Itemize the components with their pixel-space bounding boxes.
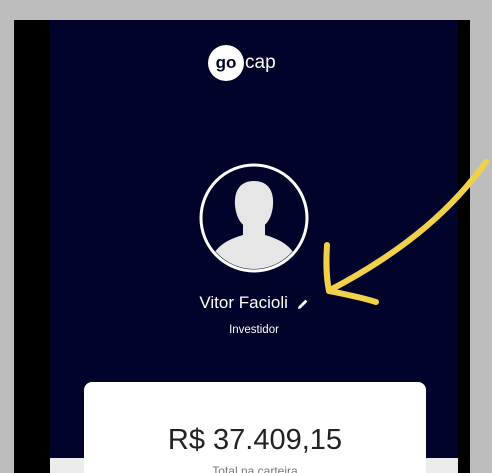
user-silhouette-icon[interactable] [199,163,309,273]
pencil-icon[interactable] [297,298,309,310]
logo-text: cap [245,52,276,73]
portfolio-label: Total na carteira [212,464,298,473]
gocap-logo: go cap [208,45,276,81]
logo-badge: go [208,45,244,81]
profile-name-row: Vitor Facioli [50,293,458,313]
profile-role: Investidor [229,324,279,336]
letterbox-right [458,20,470,473]
screenshot-frame-top [0,0,492,20]
letterbox-left [14,20,50,473]
app-screen: go cap Vitor Facioli Investidor R$ 37.40… [50,20,458,473]
profile-name: Vitor Facioli [199,293,288,312]
screenshot-frame-left [0,0,14,473]
screenshot-frame-right [470,0,492,473]
portfolio-amount: R$ 37.409,15 [167,424,343,456]
portfolio-card: R$ 37.409,15 Total na carteira [84,382,426,473]
